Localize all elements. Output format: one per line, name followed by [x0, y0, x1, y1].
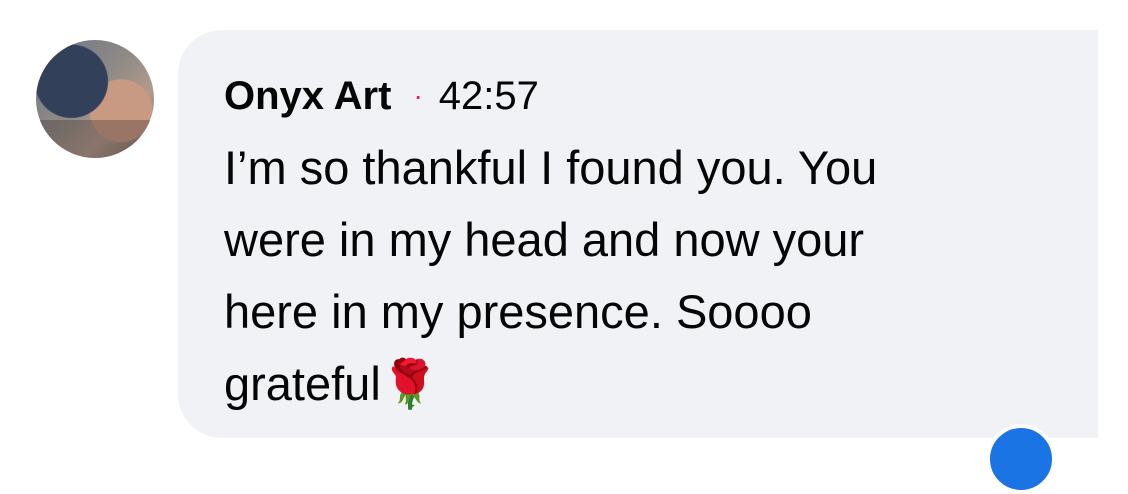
separator-dot: ·: [413, 80, 423, 111]
avatar-shade: [36, 120, 154, 158]
comment-text: I’m so thankful I found you. You were in…: [224, 141, 878, 410]
comment-timestamp[interactable]: 42:57: [439, 74, 539, 119]
avatar[interactable]: [36, 40, 154, 158]
comment-meta: Onyx Art · 42:57: [224, 70, 539, 122]
author-name[interactable]: Onyx Art: [224, 74, 391, 119]
reaction-icon[interactable]: [986, 424, 1056, 494]
